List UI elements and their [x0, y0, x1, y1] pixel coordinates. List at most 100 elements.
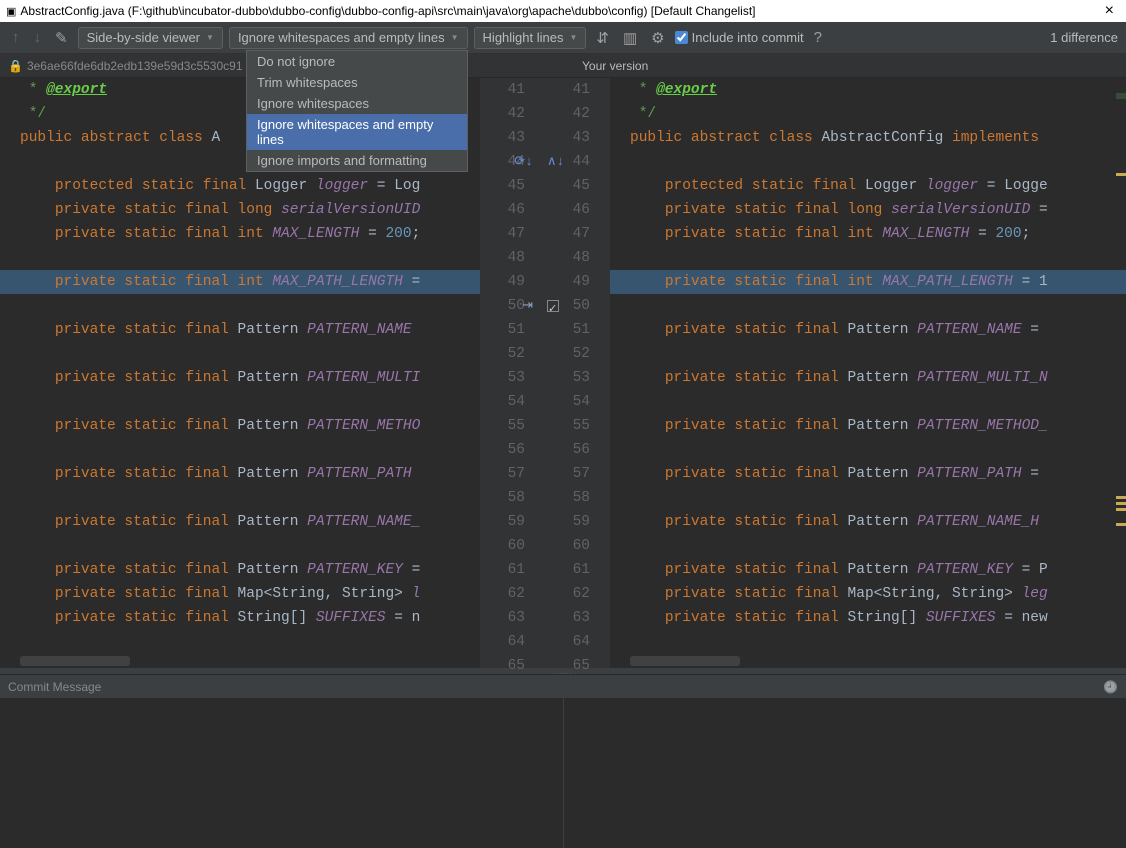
app-icon: ▣: [6, 5, 16, 18]
line-number: 54: [545, 390, 600, 414]
line-number: 45: [480, 174, 535, 198]
right-pane[interactable]: * @export */public abstract class Abstra…: [610, 78, 1126, 668]
line-number: 53: [545, 366, 600, 390]
history-icon[interactable]: 🕘: [1103, 680, 1118, 694]
left-line-numbers: 414243⟳↓444546474849⇥5051525354555657585…: [480, 78, 545, 668]
include-into-commit-checkbox[interactable]: Include into commit: [675, 30, 804, 45]
close-icon[interactable]: ×: [1099, 2, 1120, 20]
code-line: [0, 534, 480, 558]
left-revision-hash: 3e6ae66fde6db2edb139e59d3c5530c91: [27, 59, 243, 73]
line-number: 47: [545, 222, 600, 246]
window-titlebar: ▣ AbstractConfig.java (F:\github\incubat…: [0, 0, 1126, 22]
code-line: private static final Pattern PATTERN_NAM…: [0, 510, 480, 534]
line-number: ⇥50: [480, 294, 535, 318]
line-number: 51: [545, 318, 600, 342]
line-number: 52: [480, 342, 535, 366]
line-number: 46: [480, 198, 535, 222]
code-line: [610, 150, 1126, 174]
code-line: private static final Pattern PATTERN_KEY…: [0, 558, 480, 582]
code-line: * @export: [610, 78, 1126, 102]
line-number: 41: [545, 78, 600, 102]
code-line: private static final Pattern PATTERN_PAT…: [0, 462, 480, 486]
line-number: 41: [480, 78, 535, 102]
code-line: private static final Pattern PATTERN_NAM…: [610, 510, 1126, 534]
code-line: [0, 294, 480, 318]
line-number: 44∧↓: [545, 150, 600, 174]
code-line: [0, 342, 480, 366]
code-line: [610, 342, 1126, 366]
commit-message-label: Commit Message: [8, 680, 101, 694]
whitespace-option[interactable]: Ignore imports and formatting: [247, 150, 467, 171]
settings-icon[interactable]: ⚙: [647, 27, 668, 49]
code-line: private static final Pattern PATTERN_KEY…: [610, 558, 1126, 582]
whitespace-option[interactable]: Trim whitespaces: [247, 72, 467, 93]
line-number: 65: [480, 654, 535, 678]
collapse-icon[interactable]: ⇵: [592, 27, 613, 49]
prev-diff-icon[interactable]: ↑: [8, 27, 24, 48]
line-number: 43: [545, 126, 600, 150]
right-revision-label: Your version: [582, 59, 648, 73]
difference-count: 1 difference: [1050, 30, 1118, 45]
horizontal-scrollbar[interactable]: [630, 656, 740, 666]
code-line: [0, 486, 480, 510]
code-line: private static final int MAX_LENGTH = 20…: [610, 222, 1126, 246]
code-line: private static final Map<String, String>…: [0, 582, 480, 606]
code-line: private static final Pattern PATTERN_MUL…: [0, 366, 480, 390]
code-line: private static final Pattern PATTERN_MUL…: [610, 366, 1126, 390]
code-line: [0, 630, 480, 654]
code-line: private static final long serialVersionU…: [610, 198, 1126, 222]
whitespace-option[interactable]: Ignore whitespaces: [247, 93, 467, 114]
line-number: 47: [480, 222, 535, 246]
line-number: 59: [545, 510, 600, 534]
code-line: [610, 486, 1126, 510]
code-line: private static final long serialVersionU…: [0, 198, 480, 222]
code-line: private static final Map<String, String>…: [610, 582, 1126, 606]
line-number: 52: [545, 342, 600, 366]
line-number: 65: [545, 654, 600, 678]
line-number: 55: [480, 414, 535, 438]
line-number: 59: [480, 510, 535, 534]
line-number: 56: [545, 438, 600, 462]
line-number: 60: [480, 534, 535, 558]
line-number: 53: [480, 366, 535, 390]
highlight-dropdown[interactable]: Highlight lines▼: [474, 27, 587, 49]
line-number: 61: [545, 558, 600, 582]
code-line: private static final int MAX_PATH_LENGTH…: [0, 270, 480, 294]
code-line: [610, 534, 1126, 558]
code-line: [610, 294, 1126, 318]
code-line: private static final Pattern PATTERN_MET…: [610, 414, 1126, 438]
line-number: ⟳↓44: [480, 150, 535, 174]
right-line-numbers: 41424344∧↓454647484950515253545556575859…: [545, 78, 610, 668]
code-line: [0, 438, 480, 462]
code-line: */: [610, 102, 1126, 126]
whitespace-dropdown[interactable]: Ignore whitespaces and empty lines▼: [229, 27, 468, 49]
commit-message-area[interactable]: [0, 698, 1126, 848]
help-icon[interactable]: ?: [810, 27, 826, 48]
code-line: [610, 630, 1126, 654]
line-number: 62: [545, 582, 600, 606]
sync-scroll-icon[interactable]: ▥: [619, 27, 641, 49]
lock-icon: 🔒: [8, 59, 23, 73]
line-number: 42: [545, 102, 600, 126]
line-number: 42: [480, 102, 535, 126]
code-line: private static final String[] SUFFIXES =…: [0, 606, 480, 630]
line-number: 57: [545, 462, 600, 486]
code-line: private static final int MAX_PATH_LENGTH…: [610, 270, 1126, 294]
code-line: private static final Pattern PATTERN_NAM…: [0, 318, 480, 342]
whitespace-option[interactable]: Ignore whitespaces and empty lines: [247, 114, 467, 150]
code-line: private static final String[] SUFFIXES =…: [610, 606, 1126, 630]
next-diff-icon[interactable]: ↓: [30, 27, 46, 48]
horizontal-scrollbar[interactable]: [20, 656, 130, 666]
line-number: 63: [480, 606, 535, 630]
window-title: AbstractConfig.java (F:\github\incubator…: [20, 4, 755, 18]
line-number: 58: [480, 486, 535, 510]
viewer-mode-dropdown[interactable]: Side-by-side viewer▼: [78, 27, 223, 49]
code-line: public abstract class AbstractConfig imp…: [610, 126, 1126, 150]
line-number: 51: [480, 318, 535, 342]
whitespace-option[interactable]: Do not ignore: [247, 51, 467, 72]
change-markers: [1114, 78, 1126, 668]
line-number: 50: [545, 294, 600, 318]
line-number: 64: [545, 630, 600, 654]
edit-icon[interactable]: ✎: [51, 27, 72, 49]
line-number: 61: [480, 558, 535, 582]
